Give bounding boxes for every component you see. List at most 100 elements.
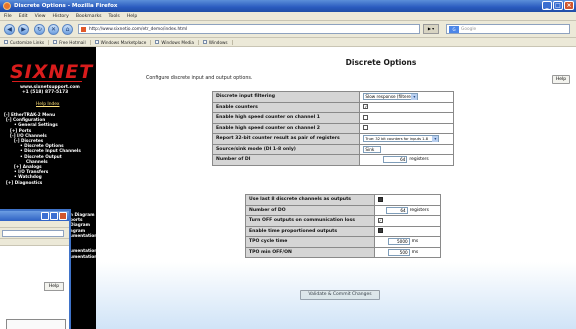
search-input[interactable]: G Google — [446, 24, 570, 34]
use-last8-cell — [373, 194, 442, 206]
use-last8-label: Use last 8 discrete channels as outputs — [245, 194, 375, 206]
site-favicon — [81, 27, 86, 32]
hs-counter-ch2-cell — [359, 122, 454, 134]
background-url-bar[interactable] — [2, 230, 64, 237]
menu-tools[interactable]: Tools — [109, 14, 120, 19]
background-browser-window[interactable]: Help — [0, 209, 71, 329]
number-of-di-input[interactable]: 64 — [383, 156, 408, 164]
google-icon: G — [449, 26, 459, 33]
menu-help[interactable]: Help — [127, 14, 137, 19]
bookmark-free-hotmail[interactable]: Free Hotmail — [53, 39, 91, 45]
tpo-min-cell: 500 ms — [373, 246, 442, 258]
bookmark-customize-links[interactable]: Customize Links — [4, 39, 50, 45]
filtering-cell: Slow response (filtered) ▾ — [359, 91, 454, 103]
bookmark-windows[interactable]: Windows — [202, 39, 233, 45]
help-index-link[interactable]: Help Index — [36, 102, 60, 107]
hs-counter-ch1-checkbox[interactable] — [363, 114, 369, 120]
menu-bookmarks[interactable]: Bookmarks — [76, 14, 102, 19]
tpo-min-label: TPO min OFF/ON — [245, 246, 375, 258]
bookmarks-toolbar: Customize Links Free Hotmail Windows Mar… — [0, 38, 576, 47]
minimize-button[interactable] — [41, 212, 49, 220]
menu-view[interactable]: View — [35, 14, 46, 19]
menu-edit[interactable]: Edit — [19, 14, 28, 19]
tree-item-diagnostics[interactable]: [+] Diagnostics — [4, 180, 81, 185]
report-32bit-value: True: 32 bit counters for inputs 1-8 — [365, 137, 429, 142]
background-menu-bar — [0, 221, 69, 228]
firefox-icon — [3, 2, 11, 10]
filtering-select[interactable]: Slow response (filtered) ▾ — [363, 93, 419, 101]
maximize-button[interactable]: □ — [553, 1, 563, 10]
table-row: Enable counters ✓ — [211, 101, 454, 113]
url-bar[interactable]: http://www.sixnetio.com/etr_demo/index.h… — [78, 24, 420, 34]
background-nav-text: n Diagram ports Diagram agram umentation… — [70, 212, 97, 259]
validate-commit-button[interactable]: Validate & Commit Changes — [300, 290, 380, 300]
bookmark-windows-media[interactable]: Windows Media — [155, 39, 199, 45]
page-icon — [155, 40, 160, 44]
bookmark-label: Windows Marketplace — [100, 39, 147, 45]
close-button[interactable] — [59, 212, 67, 220]
menu-file[interactable]: File — [4, 14, 12, 19]
page-icon — [202, 40, 207, 44]
reload-button[interactable]: ↻ — [34, 24, 45, 35]
home-button[interactable]: ⌂ — [62, 24, 73, 35]
forward-button[interactable]: ▶ — [18, 24, 29, 35]
background-nav-item: umentation — [70, 253, 98, 259]
enable-tpo-cell — [373, 225, 442, 237]
source-sink-select[interactable]: Sink — [363, 145, 382, 153]
table-row: Turn OFF outputs on communication loss ✓ — [245, 215, 442, 227]
table-row: TPO min OFF/ON 500 ms — [245, 246, 442, 258]
filtering-value: Slow response (filtered) — [365, 94, 416, 100]
logo-underline — [12, 81, 82, 82]
table-row: Use last 8 discrete channels as outputs — [245, 194, 442, 206]
bookmark-windows-marketplace[interactable]: Windows Marketplace — [94, 39, 152, 45]
turn-off-outputs-cell: ✓ — [373, 215, 442, 227]
number-of-do-input[interactable]: 64 — [385, 206, 408, 214]
enable-counters-label: Enable counters — [211, 101, 361, 113]
table-row: Discrete input filtering Slow response (… — [211, 91, 454, 103]
report-32bit-label: Report 32-bit counter result as pair of … — [211, 133, 361, 145]
table-row: Number of DO 64 registers — [245, 204, 442, 216]
tpo-cycle-input[interactable]: 5000 — [387, 238, 410, 246]
close-button[interactable]: × — [564, 1, 574, 10]
turn-off-outputs-checkbox[interactable]: ✓ — [377, 217, 383, 223]
output-options-table: Use last 8 discrete channels as outputs … — [245, 194, 442, 258]
tpo-cycle-label: TPO cycle time — [245, 236, 375, 248]
table-row: TPO cycle time 5000 ms — [245, 236, 442, 248]
support-phone: +1 (518) 877-5173 — [22, 90, 69, 95]
menu-history[interactable]: History — [53, 14, 69, 19]
enable-tpo-checkbox[interactable] — [377, 228, 383, 234]
maximize-button[interactable] — [50, 212, 58, 220]
page-icon — [53, 40, 58, 44]
menu-bar: File Edit View History Bookmarks Tools H… — [0, 12, 576, 21]
url-text: http://www.sixnetio.com/etr_demo/index.h… — [89, 27, 188, 32]
minimize-button[interactable]: _ — [542, 1, 552, 10]
input-options-table: Discrete input filtering Slow response (… — [211, 91, 454, 166]
number-of-di-label: Number of DI — [211, 154, 361, 166]
use-last8-checkbox[interactable] — [377, 196, 383, 202]
number-of-di-cell: 64 registers — [359, 154, 454, 166]
bookmark-label: Free Hotmail — [59, 39, 86, 45]
tpo-min-input[interactable]: 500 — [387, 248, 410, 256]
table-row: Source/sink mode (DI 1-8 only) Sink — [211, 143, 454, 155]
hs-counter-ch2-checkbox[interactable] — [363, 125, 369, 131]
background-content-box — [6, 319, 66, 329]
back-button[interactable]: ◀ — [4, 24, 15, 35]
number-of-di-unit: registers — [409, 157, 429, 163]
bookmark-label: Windows — [208, 39, 228, 45]
go-button[interactable]: ▶ ▾ — [423, 24, 439, 34]
report-32bit-cell: True: 32 bit counters for inputs 1-8 ▾ — [359, 133, 454, 145]
hs-counter-ch2-label: Enable high speed counter on channel 2 — [211, 122, 361, 134]
page-icon — [4, 40, 8, 44]
browser-window: Discrete Options - Mozilla Firefox _ □ ×… — [0, 0, 576, 329]
filtering-label: Discrete input filtering — [211, 91, 361, 103]
page-icon — [94, 40, 99, 44]
background-help-button[interactable]: Help — [44, 282, 64, 291]
report-32bit-select[interactable]: True: 32 bit counters for inputs 1-8 ▾ — [363, 135, 440, 143]
hs-counter-ch1-label: Enable high speed counter on channel 1 — [211, 112, 361, 124]
stop-button[interactable]: ✕ — [48, 24, 59, 35]
source-sink-cell: Sink — [359, 143, 454, 155]
table-row: Report 32-bit counter result as pair of … — [211, 133, 454, 145]
help-button[interactable]: Help — [552, 75, 570, 84]
enable-counters-checkbox[interactable]: ✓ — [363, 104, 369, 110]
window-title: Discrete Options - Mozilla Firefox — [14, 3, 118, 9]
